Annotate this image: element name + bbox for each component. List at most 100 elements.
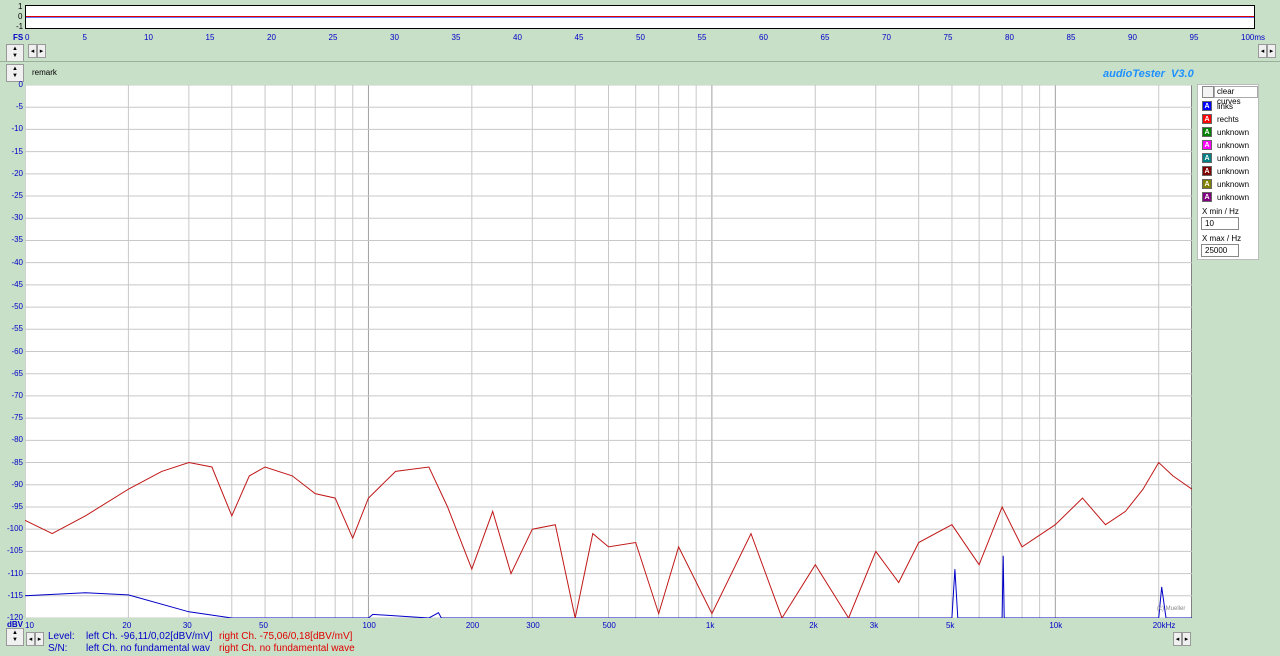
legend-label: unknown [1217, 179, 1250, 189]
spectrum-y-tick: -30 [11, 213, 23, 223]
spectrum-y-tick: -115 [7, 590, 23, 600]
spectrum-zoom-spinner[interactable]: ▲ ▼ [6, 628, 24, 646]
arrow-down-icon[interactable]: ▼ [12, 53, 18, 60]
legend-label: unknown [1217, 127, 1250, 137]
level-right: right Ch. -75,06/0,18[dBV/mV] [219, 631, 353, 642]
spectrum-y-tick: -85 [11, 457, 23, 467]
spectrum-y-tick: -90 [11, 479, 23, 489]
time-trace-blue [26, 17, 1254, 18]
spectrum-scroll-right-button-right[interactable]: ▸ [1182, 632, 1191, 646]
spectrum-scroll-right-button[interactable]: ▸ [35, 632, 44, 646]
spectrum-y-tick: -75 [11, 413, 23, 423]
spectrum-y-tick: -20 [11, 168, 23, 178]
curve-toggle-icon[interactable]: A [1202, 179, 1212, 189]
arrow-down-icon[interactable]: ▼ [12, 637, 18, 644]
time-scroll-right-button-right[interactable]: ▸ [1267, 44, 1276, 58]
arrow-up-icon[interactable]: ▲ [12, 66, 18, 73]
spectrum-y-tick: -5 [15, 102, 23, 112]
spectrum-y-tick: -80 [11, 435, 23, 445]
spectrum-y-tick: -55 [11, 324, 23, 334]
time-x-tick: 20 [267, 33, 276, 42]
spectrum-y-tick: -15 [11, 146, 23, 156]
spectrum-chart[interactable] [25, 85, 1192, 618]
spectrum-x-tick: 20 [122, 621, 132, 630]
time-x-tick: 30 [390, 33, 399, 42]
spectrum-x-tick: 1k [705, 621, 715, 630]
time-x-tick: 65 [820, 33, 830, 42]
watermark: (c) Mueller [1157, 606, 1186, 612]
spectrum-y-tick: -25 [11, 191, 23, 201]
time-x-tick: 40 [513, 33, 522, 42]
spectrum-x-tick: 10k [1049, 621, 1063, 630]
time-scroll-right-button[interactable]: ▸ [37, 44, 46, 58]
legend-label: unknown [1217, 192, 1250, 202]
time-plot-area[interactable] [25, 5, 1255, 29]
time-scroll-left-button[interactable]: ◂ [28, 44, 37, 58]
legend-item[interactable]: Aunknown [1202, 139, 1249, 151]
spectrum-y-tick: -40 [11, 257, 23, 267]
time-y-tick: -1 [16, 22, 24, 31]
curve-toggle-icon[interactable]: A [1202, 127, 1212, 137]
time-x-tick: 60 [759, 33, 768, 42]
curve-toggle-icon[interactable]: A [1202, 192, 1212, 202]
spectrum-y-tick: -10 [11, 124, 23, 134]
xmin-input[interactable]: 10 [1201, 217, 1239, 230]
arrow-up-icon[interactable]: ▲ [12, 46, 18, 53]
remark-label: remark [32, 68, 57, 77]
time-x-tick: 80 [1005, 33, 1014, 42]
arrow-down-icon[interactable]: ▼ [12, 73, 18, 80]
spectrum-x-tick: 3k [869, 621, 879, 630]
spectrum-y-tick: -70 [11, 390, 23, 400]
time-x-tick: 5 [82, 33, 87, 42]
level-label: Level: [48, 631, 75, 642]
time-zoom-spinner[interactable]: ▲ ▼ [6, 44, 24, 62]
legend-label: unknown [1217, 140, 1250, 150]
curve-toggle-icon[interactable]: A [1202, 166, 1212, 176]
curve-toggle-icon[interactable]: A [1202, 140, 1212, 150]
legend-item[interactable]: Aunknown [1202, 165, 1249, 177]
time-plot-panel: 1 0 -1 FS 0 5 10 15 20 25 30 35 40 45 50 55 60 65 70 75… [0, 0, 1280, 42]
brand-title: audioTester V3.0 [1103, 68, 1194, 80]
time-x-tick: 35 [451, 33, 461, 42]
time-x-tick: 25 [328, 33, 338, 42]
clear-curves-checkbox[interactable] [1202, 86, 1214, 98]
separator [0, 61, 1280, 62]
arrow-up-icon[interactable]: ▲ [12, 630, 18, 637]
legend-label: unknown [1217, 166, 1250, 176]
curve-toggle-icon[interactable]: A [1202, 153, 1212, 163]
spectrum-y-tick: -95 [11, 501, 23, 511]
time-scroll-left-button-right[interactable]: ◂ [1258, 44, 1267, 58]
clear-curves-button[interactable]: clear curves [1214, 86, 1258, 106]
spectrum-x-tick: 100 [362, 621, 376, 630]
spectrum-y-tick: -100 [6, 524, 23, 534]
spectrum-y-tick: -45 [11, 279, 23, 289]
spectrum-x-tick: 500 [602, 621, 616, 630]
xmax-label: X max / Hz [1202, 234, 1242, 243]
legend-label: rechts [1217, 114, 1239, 124]
legend-label: unknown [1217, 153, 1250, 163]
time-x-tick: 70 [882, 33, 891, 42]
legend-item[interactable]: Aunknown [1202, 152, 1249, 164]
sn-right: right Ch. no fundamental wave [219, 643, 355, 654]
curve-toggle-icon[interactable]: A [1202, 101, 1212, 111]
time-x-tick: 50 [636, 33, 645, 42]
time-x-tick: 95 [1189, 33, 1199, 42]
spectrum-y-tick: -35 [11, 235, 23, 245]
legend-item[interactable]: Aunknown [1202, 178, 1249, 190]
time-x-tick: 0 [25, 33, 30, 42]
legend-item[interactable]: Aunknown [1202, 126, 1249, 138]
spectrum-x-tick: 50 [259, 621, 268, 630]
curve-toggle-icon[interactable]: A [1202, 114, 1212, 124]
legend-item[interactable]: Alinks [1202, 100, 1233, 112]
legend-item[interactable]: Arechts [1202, 113, 1239, 125]
spectrum-scroll-left-button-right[interactable]: ◂ [1173, 632, 1182, 646]
spectrum-y-tick: -60 [11, 346, 23, 356]
time-y-tick: 1 [18, 2, 23, 11]
level-left: left Ch. -96,11/0,02[dBV/mV] [86, 631, 213, 642]
spectrum-y-tick: -105 [6, 546, 23, 556]
legend-item[interactable]: Aunknown [1202, 191, 1249, 203]
spectrum-scroll-left-button[interactable]: ◂ [26, 632, 35, 646]
spectrum-x-tick: 200 [465, 621, 480, 630]
xmin-label: X min / Hz [1202, 207, 1239, 216]
xmax-input[interactable]: 25000 [1201, 244, 1239, 257]
